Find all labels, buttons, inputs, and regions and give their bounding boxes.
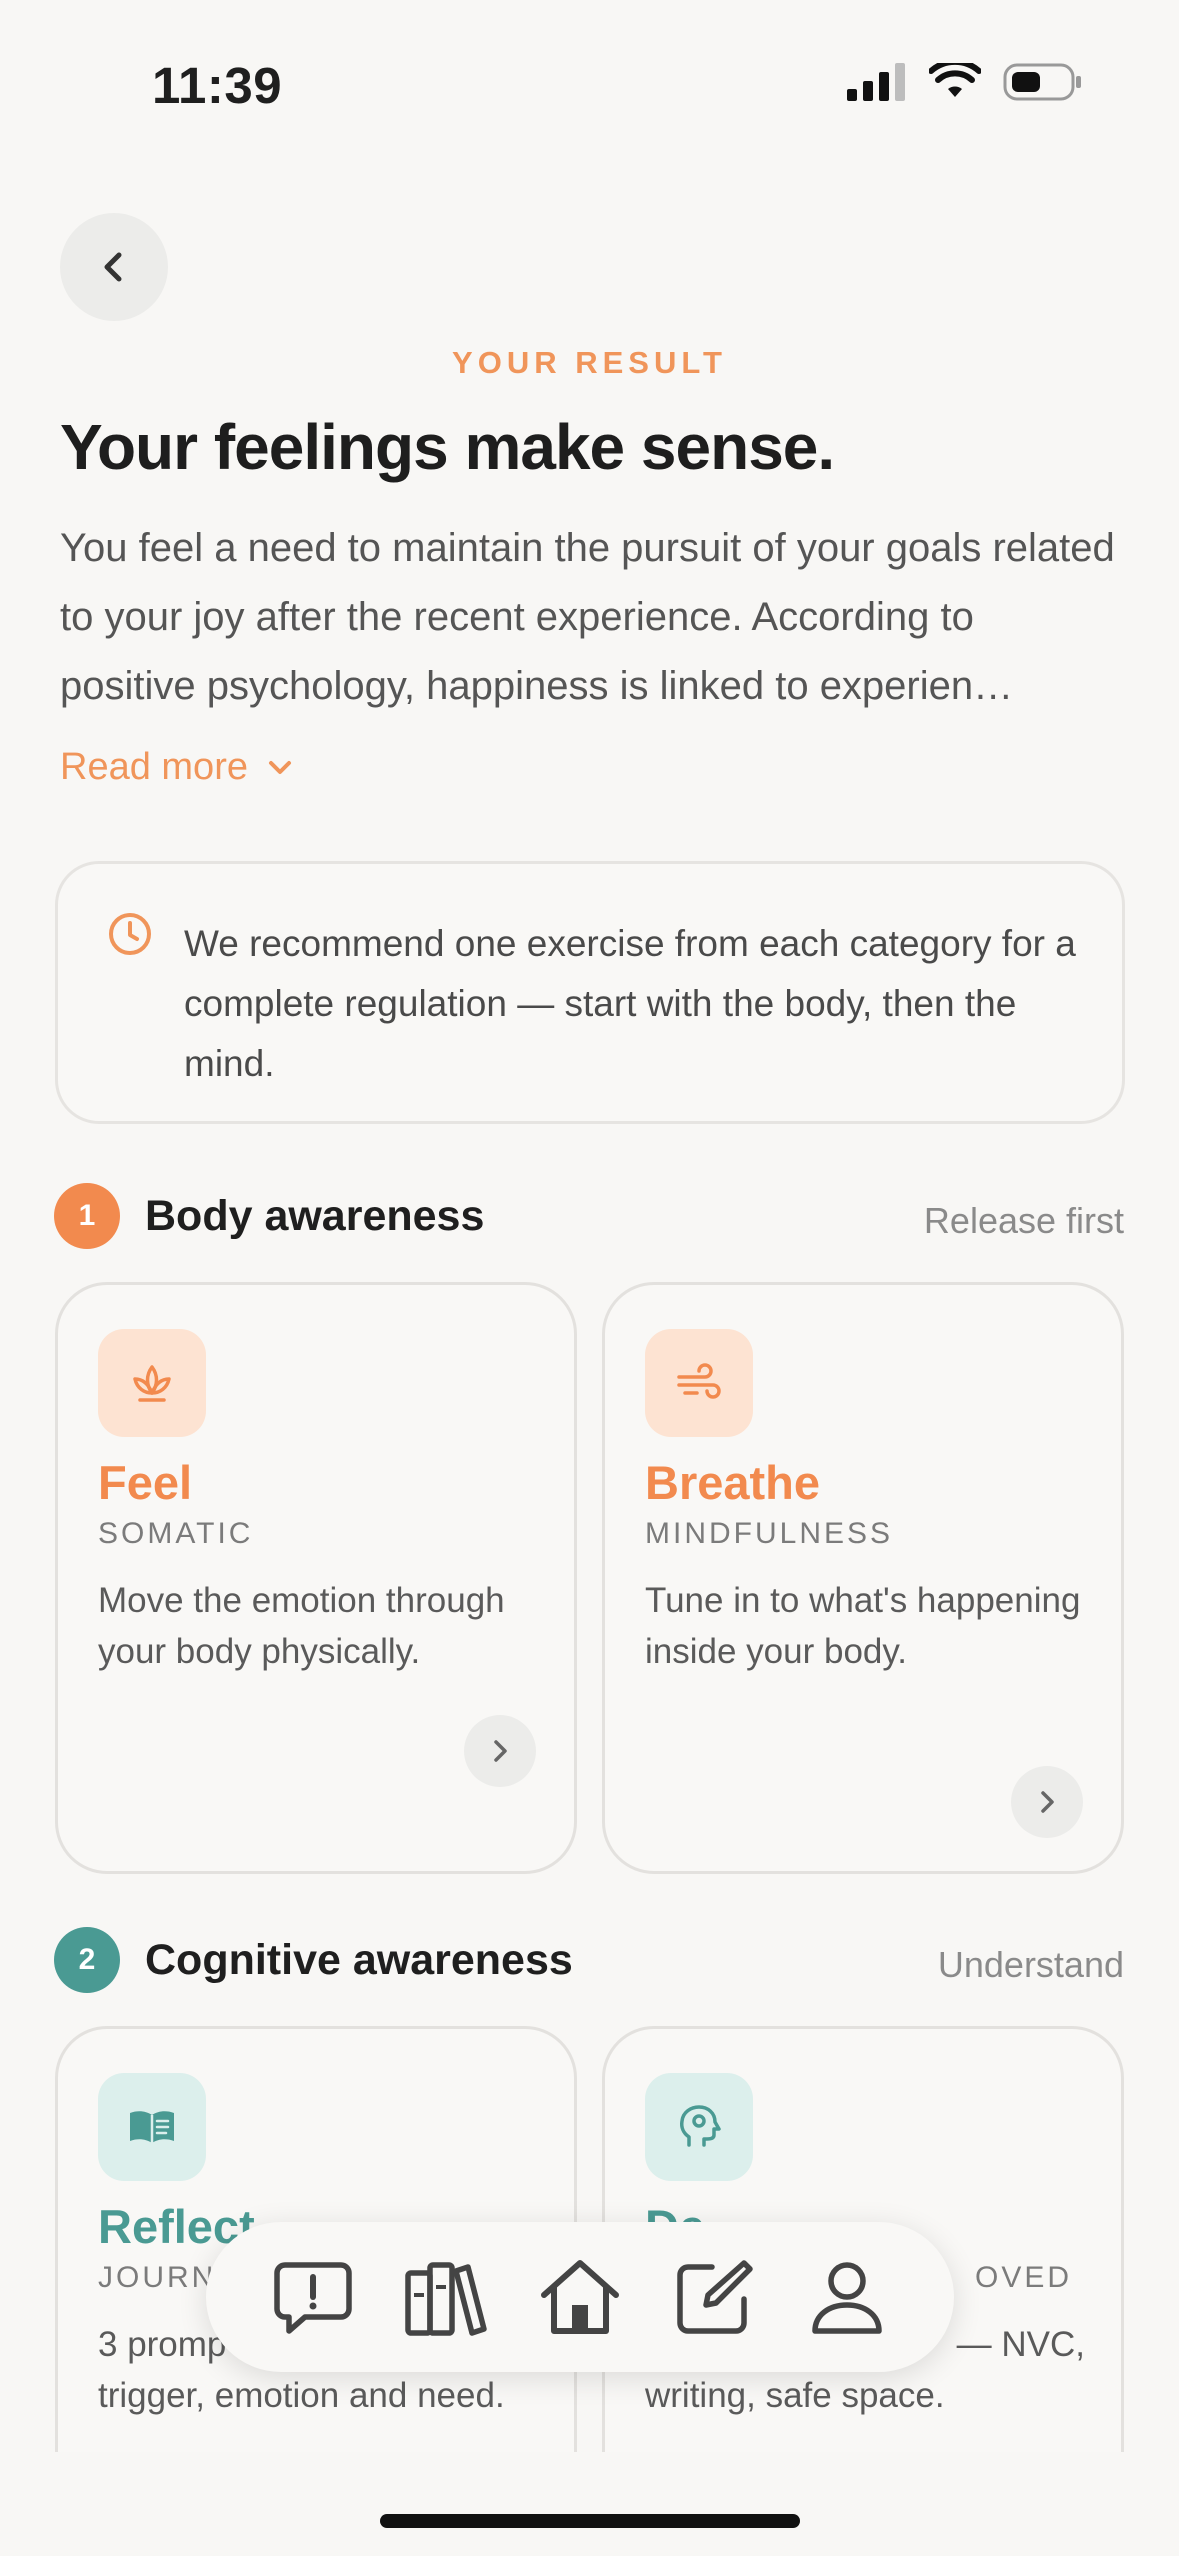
section-number-1: 1	[54, 1183, 120, 1249]
tab-home[interactable]	[532, 2249, 628, 2345]
card-title: Breathe	[645, 1456, 821, 1509]
tab-journal[interactable]	[666, 2249, 762, 2345]
recommendation-text: We recommend one exercise from each cate…	[184, 923, 1076, 1084]
section-aside-body: Release first	[923, 1200, 1124, 1241]
section-number-2: 2	[54, 1927, 120, 1993]
clock-icon	[109, 913, 151, 955]
chevron-left-icon	[104, 252, 122, 282]
bottom-safe-area	[0, 2452, 1179, 2556]
card-category: JOURN	[98, 2261, 217, 2294]
recommendation-card: We recommend one exercise from each cate…	[55, 861, 1125, 1124]
home-indicator	[380, 2514, 800, 2528]
result-description: You feel a need to maintain the pursuit …	[60, 526, 1115, 708]
home-icon	[540, 2260, 619, 2334]
head-gear-icon	[645, 2073, 753, 2181]
tab-library[interactable]	[398, 2249, 494, 2345]
wifi-icon	[929, 63, 981, 97]
section-title-body: Body awareness	[145, 1192, 485, 1240]
signal-icon	[847, 63, 905, 101]
result-eyebrow: YOUR RESULT	[452, 345, 727, 380]
card-category: OVED	[975, 2261, 1073, 2294]
card-category: SOMATIC	[98, 1517, 254, 1550]
profile-icon	[812, 2262, 882, 2334]
card-category: MINDFULNESS	[645, 1517, 894, 1550]
chevron-down-icon	[268, 760, 291, 774]
back-button[interactable]	[60, 213, 168, 321]
card-description-line: writing, safe space.	[645, 2376, 945, 2415]
chevron-right-icon	[494, 1740, 507, 1762]
status-icons	[847, 62, 1083, 102]
card-open-button[interactable]	[1011, 1766, 1083, 1838]
card-description-line: trigger, emotion and need.	[98, 2376, 505, 2415]
card-description: Move the emotion through your body physi…	[98, 1581, 505, 1671]
alert-chat-icon	[274, 2262, 352, 2334]
card-open-button[interactable]	[464, 1715, 536, 1787]
tab-bar	[206, 2222, 954, 2372]
exercise-card-breathe[interactable]: Breathe MINDFULNESS Tune in to what's ha…	[602, 1282, 1124, 1874]
card-description-line: 3 promp	[98, 2325, 227, 2364]
card-title: Feel	[98, 1456, 193, 1509]
read-more-label: Read more	[60, 746, 248, 788]
status-time: 11:39	[152, 57, 283, 114]
section-aside-cognitive: Understand	[937, 1944, 1124, 1985]
library-icon	[405, 2262, 488, 2336]
chevron-right-icon	[1041, 1791, 1054, 1813]
tab-check-in[interactable]	[265, 2249, 361, 2345]
read-more-link[interactable]: Read more	[60, 746, 294, 789]
compose-icon	[676, 2260, 753, 2334]
section-title-cognitive: Cognitive awareness	[145, 1936, 573, 1984]
battery-icon	[1003, 63, 1081, 101]
card-description: Tune in to what's happening inside your …	[645, 1581, 1081, 1671]
lotus-icon	[98, 1329, 206, 1437]
book-icon	[98, 2073, 206, 2181]
page-title: Your feelings make sense.	[60, 411, 835, 483]
wind-icon	[645, 1329, 753, 1437]
tab-profile[interactable]	[799, 2249, 895, 2345]
exercise-card-feel[interactable]: Feel SOMATIC Move the emotion through yo…	[55, 1282, 577, 1874]
